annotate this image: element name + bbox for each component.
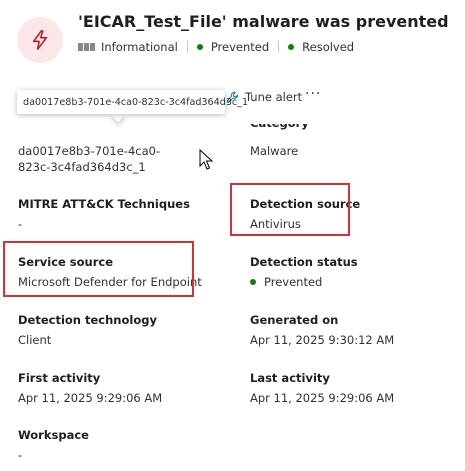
more-actions-button[interactable]: ··· [305,86,321,102]
generated-on-value: Apr 11, 2025 9:30:12 AM [250,333,395,347]
detection-state-label: Prevented [210,40,270,54]
detection-technology-value: Client [18,333,52,347]
alert-type-icon-badge [17,17,63,63]
status-dot-icon [288,44,295,50]
severity-indicator: Informational [78,40,178,54]
workspace-label: Workspace [18,428,89,442]
alert-id-value[interactable]: da0017e8b3-701e-4ca0-823c-3c4fad364d3c_1 [18,143,188,175]
category-value: Malware [250,144,299,158]
tooltip-text: da0017e8b3-701e-4ca0-823c-3c4fad364d3c_1 [23,96,249,108]
mouse-pointer-icon [199,149,213,170]
detection-status-label: Detection status [250,255,358,269]
last-activity-value: Apr 11, 2025 9:29:06 AM [250,391,395,405]
generated-on-label: Generated on [250,313,339,327]
severity-label: Informational [101,40,178,54]
resolution-state-label: Resolved [302,40,355,54]
last-activity-label: Last activity [250,371,330,385]
service-source-highlight [3,241,194,297]
severity-bars-icon [78,43,95,51]
lightning-bolt-icon [32,30,48,50]
mitre-techniques-label: MITRE ATT&CK Techniques [18,197,190,211]
workspace-value: - [18,448,23,462]
status-dot-icon [196,44,203,50]
first-activity-value: Apr 11, 2025 9:29:06 AM [18,391,163,405]
category-label-partial: Category [250,124,330,131]
detection-state-indicator: Prevented [196,40,270,54]
alert-title: 'EICAR_Test_File' malware was prevented [78,12,449,31]
detection-status-value: Prevented [250,274,322,290]
meta-separator [186,41,188,53]
alert-meta-row: Informational Prevented Resolved [78,40,354,54]
first-activity-label: First activity [18,371,101,385]
mitre-techniques-value: - [18,217,23,231]
alert-id-tooltip: da0017e8b3-701e-4ca0-823c-3c4fad364d3c_1 [17,90,248,114]
meta-separator [278,41,280,53]
tune-alert-label: Tune alert [245,90,303,104]
detection-source-highlight [230,183,350,236]
resolution-state-indicator: Resolved [288,40,354,54]
detection-status-text: Prevented [264,275,323,289]
detection-technology-label: Detection technology [18,313,157,327]
status-dot-icon [250,279,256,285]
